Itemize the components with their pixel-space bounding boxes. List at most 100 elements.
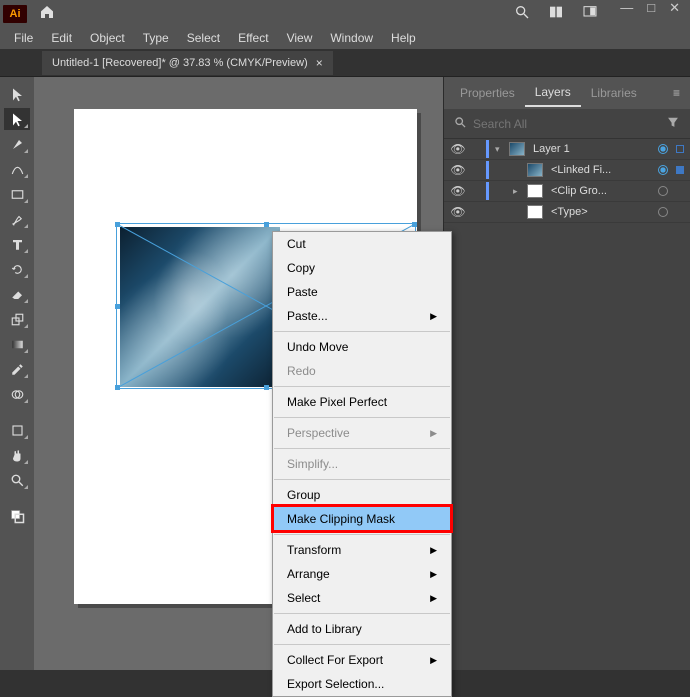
menu-item-label: Make Clipping Mask — [287, 511, 395, 527]
context-menu-item[interactable]: Transform ▶ — [273, 538, 451, 562]
arrange-documents-icon[interactable] — [548, 4, 570, 23]
menu-type[interactable]: Type — [135, 29, 177, 47]
maximize-icon[interactable]: □ — [647, 0, 655, 15]
menu-item-label: Copy — [287, 260, 315, 276]
workspace-switcher-icon[interactable] — [582, 4, 604, 23]
tool-direct-selection[interactable] — [4, 108, 30, 130]
menu-file[interactable]: File — [6, 29, 41, 47]
panel-menu-icon[interactable]: ≡ — [669, 82, 684, 104]
home-icon[interactable] — [39, 4, 55, 23]
menu-item-label: Undo Move — [287, 339, 348, 355]
context-menu-item[interactable]: Paste — [273, 280, 451, 304]
visibility-toggle-icon[interactable]: 👁 — [450, 205, 466, 219]
minimize-icon[interactable]: — — [620, 0, 633, 15]
context-menu-item[interactable]: Make Clipping Mask — [273, 507, 451, 531]
context-menu-item: Perspective▶ — [273, 421, 451, 445]
tool-selection[interactable] — [4, 83, 30, 105]
filter-icon[interactable] — [666, 115, 680, 132]
menu-item-label: Transform — [287, 542, 341, 558]
context-menu-item[interactable]: Arrange ▶ — [273, 562, 451, 586]
context-menu-item[interactable]: Collect For Export▶ — [273, 648, 451, 672]
layer-row[interactable]: 👁 ▸ <Clip Gro... — [444, 181, 690, 202]
tool-pen[interactable] — [4, 133, 30, 155]
submenu-arrow-icon: ▶ — [430, 542, 437, 558]
tool-gradient[interactable] — [4, 333, 30, 355]
close-icon[interactable]: ✕ — [669, 0, 680, 16]
panel-tab-properties[interactable]: Properties — [450, 80, 525, 106]
menu-select[interactable]: Select — [179, 29, 228, 47]
layer-row[interactable]: 👁 ▾ Layer 1 — [444, 139, 690, 160]
menu-object[interactable]: Object — [82, 29, 133, 47]
context-menu-item[interactable]: Make Pixel Perfect — [273, 390, 451, 414]
submenu-arrow-icon: ▶ — [430, 590, 437, 606]
menu-help[interactable]: Help — [383, 29, 424, 47]
layer-thumbnail — [527, 163, 543, 177]
tool-rectangle[interactable] — [4, 183, 30, 205]
panel-tab-layers[interactable]: Layers — [525, 79, 581, 107]
context-menu: CutCopyPastePaste...▶Undo MoveRedoMake P… — [272, 231, 452, 697]
tool-eyedropper[interactable] — [4, 358, 30, 380]
disclosure-icon[interactable]: ▸ — [513, 186, 523, 197]
layer-row[interactable]: 👁 <Linked Fi... — [444, 160, 690, 181]
selection-indicator — [676, 166, 684, 174]
context-menu-item[interactable]: Copy — [273, 256, 451, 280]
tool-brush[interactable] — [4, 208, 30, 230]
submenu-arrow-icon: ▶ — [430, 308, 437, 324]
target-icon[interactable] — [658, 207, 668, 217]
menu-edit[interactable]: Edit — [43, 29, 80, 47]
context-menu-item: Simplify... — [273, 452, 451, 476]
panel-tab-libraries[interactable]: Libraries — [581, 80, 647, 106]
tool-fill-stroke[interactable] — [4, 505, 30, 527]
main-menu-bar: File Edit Object Type Select Effect View… — [0, 27, 690, 49]
submenu-arrow-icon: ▶ — [430, 566, 437, 582]
tool-type[interactable] — [4, 233, 30, 255]
tool-rotate[interactable] — [4, 258, 30, 280]
context-menu-item[interactable]: Group — [273, 483, 451, 507]
menu-item-label: Arrange — [287, 566, 330, 582]
context-menu-item[interactable]: Undo Move — [273, 335, 451, 359]
context-menu-item[interactable]: Select ▶ — [273, 586, 451, 610]
menu-item-label: Export Selection... — [287, 676, 384, 692]
target-icon[interactable] — [658, 144, 668, 154]
document-tab-title: Untitled-1 [Recovered]* @ 37.83 % (CMYK/… — [52, 57, 308, 69]
layer-name: <Type> — [547, 206, 654, 218]
tool-zoom[interactable] — [4, 469, 30, 491]
visibility-toggle-icon[interactable]: 👁 — [450, 184, 466, 198]
context-menu-item[interactable]: Export Selection... — [273, 672, 451, 696]
tool-panel — [0, 77, 34, 670]
search-icon[interactable] — [514, 4, 536, 23]
tool-hand[interactable] — [4, 444, 30, 466]
visibility-toggle-icon[interactable]: 👁 — [450, 163, 466, 177]
menu-item-label: Cut — [287, 236, 306, 252]
tool-divider — [4, 494, 30, 502]
menu-window[interactable]: Window — [322, 29, 381, 47]
window-titlebar: Ai — □ ✕ — [0, 0, 690, 27]
context-menu-item[interactable]: Cut — [273, 232, 451, 256]
selection-indicator — [676, 208, 684, 216]
menu-item-label: Select — [287, 590, 320, 606]
menu-view[interactable]: View — [279, 29, 321, 47]
context-menu-item[interactable]: Paste...▶ — [273, 304, 451, 328]
close-tab-icon[interactable]: × — [316, 56, 323, 70]
selection-indicator — [676, 187, 684, 195]
menu-effect[interactable]: Effect — [230, 29, 276, 47]
menu-item-label: Add to Library — [287, 621, 362, 637]
visibility-toggle-icon[interactable]: 👁 — [450, 142, 466, 156]
tool-scale[interactable] — [4, 308, 30, 330]
context-menu-item[interactable]: Add to Library — [273, 617, 451, 641]
document-tab[interactable]: Untitled-1 [Recovered]* @ 37.83 % (CMYK/… — [42, 51, 333, 75]
tool-shape-builder[interactable] — [4, 383, 30, 405]
layer-name: <Clip Gro... — [547, 185, 654, 197]
disclosure-icon[interactable]: ▾ — [495, 144, 505, 155]
layer-row[interactable]: 👁 <Type> — [444, 202, 690, 223]
layer-search-input[interactable] — [473, 117, 660, 131]
tool-eraser[interactable] — [4, 283, 30, 305]
tool-curvature[interactable] — [4, 158, 30, 180]
target-icon[interactable] — [658, 165, 668, 175]
tool-artboard[interactable] — [4, 419, 30, 441]
submenu-arrow-icon: ▶ — [430, 652, 437, 668]
layer-thumbnail — [527, 205, 543, 219]
placed-image[interactable] — [120, 227, 280, 387]
menu-item-label: Make Pixel Perfect — [287, 394, 387, 410]
target-icon[interactable] — [658, 186, 668, 196]
